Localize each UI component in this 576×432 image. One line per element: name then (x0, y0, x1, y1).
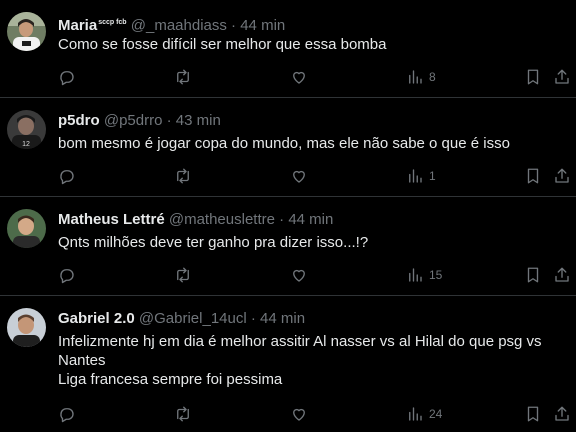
timestamp[interactable]: 44 min (260, 310, 305, 327)
views-button[interactable]: 8 (406, 67, 436, 87)
avatar[interactable] (7, 308, 46, 347)
tweet-text-line: bom mesmo é jogar copa do mundo, mas ele… (58, 135, 510, 152)
tweet-actions: 24 (0, 404, 576, 424)
retweet-button[interactable] (174, 404, 192, 424)
tweet[interactable]: Gabriel 2.0 @Gabriel_14ucl · 44 min Infe… (0, 296, 576, 432)
views-count: 1 (429, 169, 436, 183)
tweet-text: Qnts milhões deve ter ganho pra dizer is… (58, 233, 563, 252)
bookmark-button[interactable] (524, 404, 542, 424)
author-name[interactable]: Matheus Lettré (58, 211, 165, 228)
svg-text:12: 12 (22, 141, 30, 148)
tweet-text-line: Qnts milhões deve ter ganho pra dizer is… (58, 234, 369, 251)
views-icon (409, 268, 422, 282)
timestamp[interactable]: 44 min (240, 17, 285, 34)
like-icon (293, 408, 305, 421)
author-name[interactable]: Gabriel 2.0 (58, 310, 135, 327)
timestamp[interactable]: 44 min (288, 211, 333, 228)
share-button[interactable] (553, 67, 571, 87)
share-icon (555, 69, 569, 84)
tweet-text: bom mesmo é jogar copa do mundo, mas ele… (58, 134, 563, 153)
like-button[interactable] (290, 166, 308, 186)
like-icon (293, 269, 305, 282)
tweet-text-line: Liga francesa sempre foi pessima (58, 371, 283, 388)
like-button[interactable] (290, 265, 308, 285)
bookmark-button[interactable] (524, 67, 542, 87)
separator-dot: · (166, 112, 172, 129)
separator-dot: · (279, 211, 285, 228)
reply-button[interactable] (58, 404, 76, 424)
like-button[interactable] (290, 67, 308, 87)
author-name[interactable]: p5dro (58, 112, 100, 129)
reply-icon (60, 170, 74, 185)
like-button[interactable] (290, 404, 308, 424)
tweet-header: p5dro @p5drro · 43 min (58, 111, 221, 131)
tweet-text-line: Nantes (58, 352, 106, 369)
views-count: 24 (429, 407, 443, 421)
views-button[interactable]: 15 (406, 265, 442, 285)
retweet-icon (177, 406, 189, 422)
timestamp[interactable]: 43 min (176, 112, 221, 129)
share-icon (555, 406, 569, 421)
author-handle[interactable]: @_maahdiass (131, 17, 227, 34)
bookmark-button[interactable] (524, 166, 542, 186)
tweet-header: Gabriel 2.0 @Gabriel_14ucl · 44 min (58, 309, 305, 329)
tweet-text-line: Como se fosse difícil ser melhor que ess… (58, 36, 387, 53)
retweet-icon (177, 267, 189, 283)
tweet[interactable]: Mariasccp fcb @_maahdiass · 44 min Como … (0, 0, 576, 98)
views-count: 15 (429, 268, 443, 282)
author-badge: sccp fcb (98, 19, 127, 26)
separator-dot: · (231, 17, 237, 34)
avatar[interactable] (7, 12, 46, 51)
retweet-button[interactable] (174, 166, 192, 186)
bookmark-icon (527, 69, 539, 85)
share-icon (555, 168, 569, 183)
avatar[interactable]: 12 (7, 110, 46, 149)
share-button[interactable] (553, 166, 571, 186)
share-icon (555, 267, 569, 282)
tweet-header: Matheus Lettré @matheuslettre · 44 min (58, 210, 333, 230)
tweet-actions: 8 (0, 67, 576, 87)
retweet-button[interactable] (174, 67, 192, 87)
views-count: 8 (429, 70, 436, 84)
views-button[interactable]: 1 (406, 166, 436, 186)
share-button[interactable] (553, 404, 571, 424)
views-button[interactable]: 24 (406, 404, 442, 424)
author-handle[interactable]: @p5drro (104, 112, 163, 129)
bookmark-button[interactable] (524, 265, 542, 285)
views-icon (409, 169, 422, 183)
reply-button[interactable] (58, 67, 76, 87)
views-icon (409, 407, 422, 421)
retweet-button[interactable] (174, 265, 192, 285)
author-handle[interactable]: @Gabriel_14ucl (139, 310, 247, 327)
share-button[interactable] (553, 265, 571, 285)
tweet-header: Mariasccp fcb @_maahdiass · 44 min (58, 13, 285, 36)
like-icon (293, 170, 305, 183)
avatar[interactable] (7, 209, 46, 248)
tweet-text: Como se fosse difícil ser melhor que ess… (58, 35, 563, 54)
tweet[interactable]: Matheus Lettré @matheuslettre · 44 min Q… (0, 197, 576, 296)
retweet-icon (177, 168, 189, 184)
reply-button[interactable] (58, 265, 76, 285)
bookmark-icon (527, 267, 539, 283)
tweet-actions: 15 (0, 265, 576, 285)
reply-icon (60, 408, 74, 423)
author-name[interactable]: Maria (58, 17, 97, 34)
like-icon (293, 71, 305, 84)
retweet-icon (177, 69, 189, 85)
tweet-text-line: Infelizmente hj em dia é melhor assitir … (58, 333, 542, 350)
reply-icon (60, 269, 74, 284)
tweet-text: Infelizmente hj em dia é melhor assitir … (58, 332, 563, 389)
tweet[interactable]: 12 p5dro @p5drro · 43 min bom mesmo é jo… (0, 98, 576, 197)
bookmark-icon (527, 406, 539, 422)
tweet-actions: 1 (0, 166, 576, 186)
author-handle[interactable]: @matheuslettre (169, 211, 275, 228)
bookmark-icon (527, 168, 539, 184)
reply-icon (60, 71, 74, 86)
separator-dot: · (250, 310, 256, 327)
reply-button[interactable] (58, 166, 76, 186)
views-icon (409, 70, 422, 84)
